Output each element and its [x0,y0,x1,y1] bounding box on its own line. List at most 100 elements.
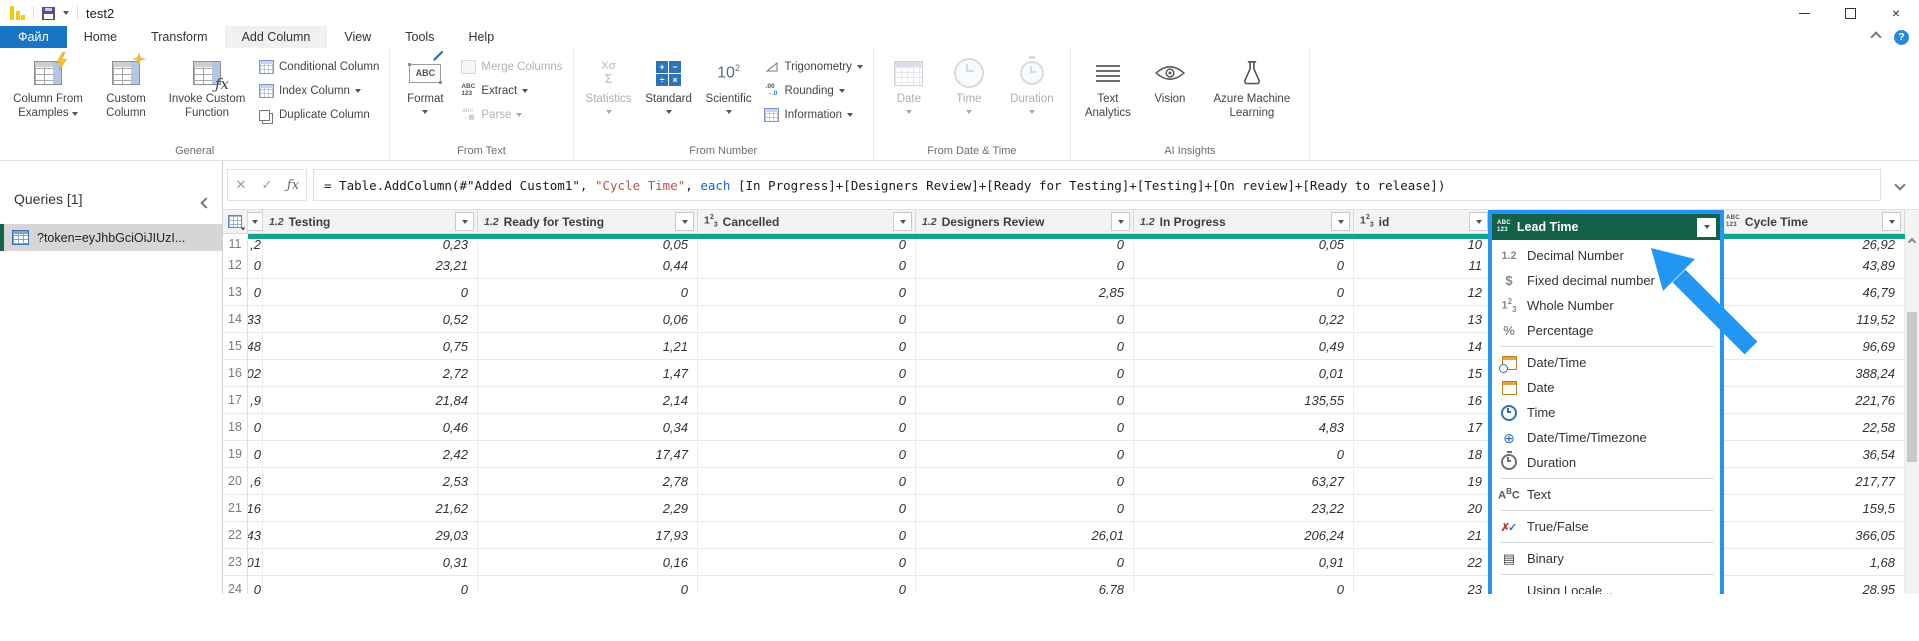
row-number[interactable]: 16 [223,360,248,387]
type-menu-item-percentage[interactable]: %Percentage [1492,318,1720,343]
filter-icon[interactable] [1331,212,1350,231]
collapse-ribbon-icon[interactable] [1870,31,1881,42]
table-cell[interactable]: 0,23 [263,239,478,252]
tab-add-column[interactable]: Add Column [225,26,328,48]
row-number[interactable]: 19 [223,441,248,468]
table-cell[interactable]: 26,01 [916,522,1134,549]
conditional-column-button[interactable]: Conditional Column [258,57,379,77]
table-cell[interactable]: 0 [698,414,916,441]
statistics-button[interactable]: XσΣ Statistics [580,54,638,116]
table-cell[interactable]: 0 [698,441,916,468]
table-cell[interactable]: 0 [916,306,1134,333]
commit-formula-icon[interactable]: ✓ [254,171,280,199]
scrollbar-thumb[interactable] [1907,312,1917,462]
column-type-dropdown-button[interactable] [1697,218,1716,237]
table-cell[interactable]: 29,03 [263,522,478,549]
table-cell[interactable]: 4,83 [1134,414,1354,441]
extract-button[interactable]: ABC123 Extract [460,81,562,101]
table-cell[interactable]: 20 [1354,495,1492,522]
table-cell[interactable]: 0 [916,360,1134,387]
table-cell[interactable]: 16 [248,495,263,522]
table-cell[interactable]: 14 [1354,333,1492,360]
table-cell[interactable]: 2,29 [478,495,698,522]
table-cell[interactable]: 0,16 [478,549,698,576]
maximize-button[interactable] [1827,0,1873,26]
table-cell[interactable]: 0 [698,468,916,495]
parse-button[interactable]: abc→▦ Parse [460,105,562,125]
table-cell[interactable]: ,6 [248,468,263,495]
row-number[interactable]: 18 [223,414,248,441]
table-cell[interactable]: 0 [478,279,698,306]
table-cell[interactable]: 43,89 [1720,252,1905,279]
type-menu-item-decimal-number[interactable]: 1.2Decimal Number [1492,243,1720,268]
table-cell[interactable]: 17,47 [478,441,698,468]
tab-home[interactable]: Home [67,26,134,48]
table-cell[interactable]: 17,93 [478,522,698,549]
row-number[interactable]: 11 [223,239,248,252]
duplicate-column-button[interactable]: Duplicate Column [258,105,379,125]
table-cell[interactable]: 0 [248,576,263,594]
azure-machine-learning-button[interactable]: Azure Machine Learning [1201,54,1303,122]
table-cell[interactable]: 96,69 [1720,333,1905,360]
formula-input[interactable]: = Table.AddColumn(#"Added Custom1", "Cyc… [313,169,1881,201]
filter-icon[interactable] [893,212,912,231]
filter-icon[interactable] [1469,212,1488,231]
table-cell[interactable]: 1,47 [478,360,698,387]
table-cell[interactable]: 0 [916,333,1134,360]
table-cell[interactable]: 0 [698,252,916,279]
row-number[interactable]: 20 [223,468,248,495]
type-menu-item-true-false[interactable]: ✗✓True/False [1492,514,1720,539]
row-number[interactable]: 15 [223,333,248,360]
index-column-button[interactable]: Index Column [258,81,379,101]
table-cell[interactable]: 23 [1354,576,1492,594]
type-menu-item-date[interactable]: Date [1492,375,1720,400]
type-menu-item-text[interactable]: ABCText [1492,482,1720,507]
table-cell[interactable]: 0 [698,279,916,306]
table-cell[interactable]: 23,22 [1134,495,1354,522]
table-cell[interactable]: 0,91 [1134,549,1354,576]
table-cell[interactable]: 119,52 [1720,306,1905,333]
row-number[interactable]: 13 [223,279,248,306]
table-cell[interactable]: 0,34 [478,414,698,441]
table-cell[interactable]: 22,58 [1720,414,1905,441]
table-cell[interactable]: 0 [916,495,1134,522]
table-cell[interactable]: 0 [698,522,916,549]
column-header-ready-for-testing[interactable]: 1.2Ready for Testing [478,210,698,234]
table-cell[interactable]: 0,52 [263,306,478,333]
filter-icon[interactable] [675,212,694,231]
filter-icon[interactable] [248,212,263,231]
table-cell[interactable]: 0,75 [263,333,478,360]
table-cell[interactable]: 0 [248,279,263,306]
table-cell[interactable]: 0 [248,252,263,279]
type-menu-item-using-locale[interactable]: Using Locale... [1492,578,1720,594]
tab-tools[interactable]: Tools [388,26,451,48]
table-cell[interactable]: 0,31 [263,549,478,576]
text-analytics-button[interactable]: Text Analytics [1077,54,1139,122]
hidden-column-header[interactable] [248,210,263,234]
table-cell[interactable]: 48 [248,333,263,360]
table-cell[interactable]: 22 [1354,549,1492,576]
table-cell[interactable]: 1,21 [478,333,698,360]
table-cell[interactable]: 159,5 [1720,495,1905,522]
table-cell[interactable]: 0 [698,576,916,594]
type-menu-item-date-time-timezone[interactable]: ⊕Date/Time/Timezone [1492,425,1720,450]
table-cell[interactable]: 1,68 [1720,549,1905,576]
table-cell[interactable]: 6,78 [916,576,1134,594]
close-button[interactable]: × [1873,0,1919,26]
table-cell[interactable]: 23,21 [263,252,478,279]
information-button[interactable]: Information [764,105,863,125]
table-cell[interactable]: 10 [1354,239,1492,252]
trigonometry-button[interactable]: Trigonometry [764,57,863,77]
query-list-item[interactable]: ?token=eyJhbGciOiJIUzI... [0,224,222,251]
table-cell[interactable]: 0,44 [478,252,698,279]
vision-button[interactable]: Vision [1141,54,1199,109]
table-cell[interactable]: 0 [248,414,263,441]
table-cell[interactable]: 0 [916,387,1134,414]
table-cell[interactable]: 0 [916,549,1134,576]
table-cell[interactable]: 01 [248,549,263,576]
table-cell[interactable]: 0 [248,441,263,468]
table-cell[interactable]: 16 [1354,387,1492,414]
row-number[interactable]: 23 [223,549,248,576]
row-number[interactable]: 22 [223,522,248,549]
table-cell[interactable]: 21,84 [263,387,478,414]
